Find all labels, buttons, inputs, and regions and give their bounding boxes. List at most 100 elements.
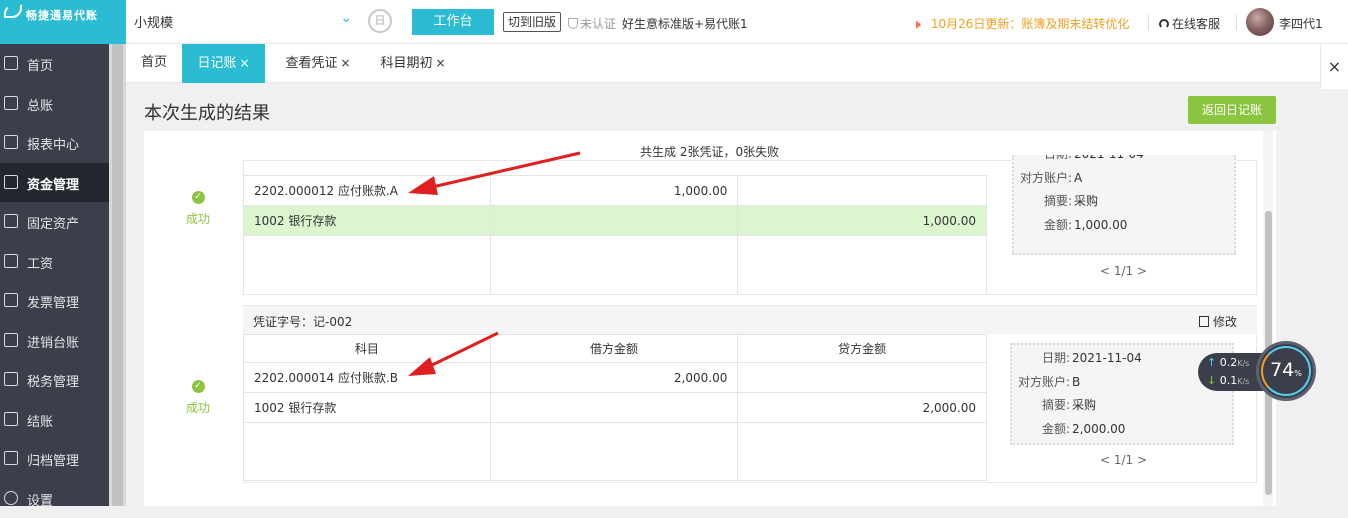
app-logo[interactable]: 畅捷通易代账 (0, 0, 126, 44)
tab-opening-balance[interactable]: 科目期初 × (373, 44, 453, 83)
credit-cell (737, 175, 987, 206)
download-arrow-icon: ↓ (1207, 374, 1217, 387)
logo-text: 畅捷通易代账 (26, 9, 98, 22)
sidebar-item-inventory[interactable]: 进销台账 (0, 321, 109, 360)
username[interactable]: 李四代1 (1279, 15, 1323, 32)
tab-bar: 首页 日记账 × 查看凭证 × 科目期初 × (126, 44, 1348, 83)
settings-icon (4, 490, 18, 505)
tab-close-icon[interactable]: × (435, 56, 445, 70)
workbench-button[interactable]: 工作台 (412, 9, 494, 35)
sidebar-item-invoices[interactable]: 发票管理 (0, 281, 109, 320)
certification-status[interactable]: 未认证 (568, 15, 616, 32)
check-icon: ✓ (191, 191, 205, 204)
divider (1236, 14, 1237, 30)
close-panel-icon[interactable]: × (1320, 44, 1348, 89)
sidebar-scroll-thumb[interactable] (112, 44, 123, 506)
chevron-down-icon: ⌄ (340, 10, 352, 26)
back-to-journal-button[interactable]: 返回日记账 (1188, 96, 1276, 124)
archive-icon (4, 451, 18, 465)
tab-close-icon[interactable]: × (340, 56, 350, 70)
calendar-icon[interactable]: 日 (368, 9, 392, 33)
column-header: 借方金额 (489, 334, 739, 363)
account-cell: 2202.000014 应付账款.B (243, 362, 491, 393)
tab-home[interactable]: 首页 (136, 44, 172, 83)
column-header: 贷方金额 (737, 334, 987, 363)
service-label: 在线客服 (1172, 17, 1221, 31)
table-header-row: 科目 借方金额 贷方金额 (243, 334, 987, 363)
close-books-icon (4, 411, 18, 426)
upload-arrow-icon: ↑ (1207, 356, 1217, 369)
sidebar-item-ledger[interactable]: 总账 (0, 84, 109, 123)
credit-cell: 1,000.00 (737, 205, 987, 236)
account-cell: 1002 银行存款 (243, 205, 491, 236)
edit-icon (1199, 316, 1209, 327)
voucher-number: 凭证字号：记-002 (253, 315, 353, 329)
detail-pager[interactable]: < 1/1 > (1100, 453, 1147, 467)
sidebar-item-fixed-assets[interactable]: 固定资产 (0, 202, 109, 241)
avatar[interactable] (1246, 8, 1274, 36)
table-row[interactable]: 2202.000014 应付账款.B 2,000.00 (243, 362, 987, 393)
check-icon: ✓ (191, 380, 205, 393)
speaker-icon: 🕨 (912, 17, 921, 33)
divider (1148, 14, 1149, 30)
company-name: 小规模 (134, 16, 174, 31)
sidebar-item-tax[interactable]: 税务管理 (0, 360, 109, 399)
table-row[interactable]: 2202.000012 应付账款.A 1,000.00 (243, 175, 987, 206)
voucher-table: 2202.000012 应付账款.A 1,000.00 1002 银行存款 1,… (243, 175, 987, 294)
credit-cell: 2,000.00 (737, 392, 987, 423)
page-title: 本次生成的结果 (144, 103, 270, 124)
asset-icon (4, 214, 18, 228)
chart-icon (4, 135, 18, 149)
table-row (243, 422, 987, 481)
online-service-button[interactable]: 在线客服 (1159, 15, 1220, 32)
account-cell: 1002 银行存款 (243, 392, 491, 423)
voucher-header: 凭证字号：记-002 (243, 306, 1257, 334)
voucher-table: 科目 借方金额 贷方金额 2202.000014 应付账款.B 2,000.00… (243, 334, 987, 481)
ledger-icon (4, 95, 18, 110)
memory-gauge[interactable]: 74% (1256, 341, 1316, 401)
sidebar-item-archive[interactable]: 归档管理 (0, 439, 109, 478)
transaction-detail-card: 日期:2021-11-04 对方账户:A 摘要:采购 金额:1,000.00 (1012, 155, 1236, 255)
tab-view-voucher[interactable]: 查看凭证 × (278, 44, 358, 83)
sidebar-item-home[interactable]: 首页 (0, 44, 109, 83)
debit-cell: 1,000.00 (489, 175, 739, 206)
tab-journal[interactable]: 日记账 × (182, 44, 265, 83)
transaction-detail-card: 日期: 2021-11-04 对方账户: B 摘要: 采购 金额: 2,000.00 (1010, 343, 1234, 445)
update-notice[interactable]: 🕨 10月26日更新：账簿及期末结转优化 (912, 15, 1129, 33)
shield-icon (568, 18, 578, 29)
table-row[interactable]: 1002 银行存款 1,000.00 (243, 205, 987, 236)
debit-cell (489, 205, 739, 236)
money-icon (4, 174, 18, 189)
debit-cell: 2,000.00 (489, 362, 739, 393)
tab-close-icon[interactable]: × (239, 56, 249, 70)
debit-cell (489, 392, 739, 423)
switch-old-version-button[interactable]: 切到旧版 (503, 12, 562, 32)
edit-voucher-button[interactable]: 修改 (1199, 313, 1237, 330)
inventory-icon (4, 332, 18, 347)
account-cell: 2202.000012 应付账款.A (243, 175, 491, 206)
column-header: 科目 (243, 334, 491, 363)
salary-icon (4, 253, 18, 268)
table-row[interactable]: 1002 银行存款 2,000.00 (243, 392, 987, 423)
product-name: 好生意标准版+易代账1 (622, 17, 748, 31)
detail-pager[interactable]: < 1/1 > (1100, 264, 1147, 278)
credit-cell (737, 362, 987, 393)
company-selector[interactable]: 小规模 ⌄ (134, 10, 352, 32)
sidebar-item-funds[interactable]: 资金管理 (0, 162, 109, 202)
notice-text: 10月26日更新：账簿及期末结转优化 (930, 17, 1130, 31)
sidebar-item-salary[interactable]: 工资 (0, 242, 109, 281)
voucher-status: ✓ 成功 (185, 191, 210, 226)
table-row (243, 235, 987, 294)
sidebar-item-settings[interactable]: 设置 (0, 479, 109, 518)
home-icon (4, 56, 18, 70)
sidebar-scrollbar[interactable] (109, 44, 126, 506)
sidebar-item-reports[interactable]: 报表中心 (0, 123, 109, 162)
invoice-icon (4, 293, 18, 307)
logo-mark-icon (4, 4, 22, 18)
headset-icon (1159, 19, 1169, 29)
generation-summary: 共生成 2张凭证，0张失败 (640, 145, 780, 159)
sidebar-item-close-books[interactable]: 结账 (0, 400, 109, 439)
sidebar: 首页 总账 报表中心 资金管理 固定资产 工资 发票管理 进销台账 税务管理 结… (0, 44, 109, 509)
page-scrollbar[interactable] (1263, 131, 1273, 506)
cert-status-text: 未认证 (580, 17, 617, 31)
